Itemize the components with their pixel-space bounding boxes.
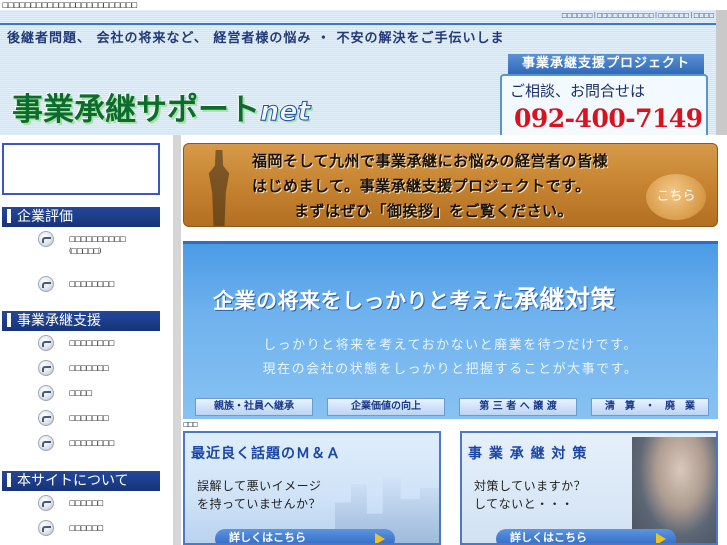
measures-card[interactable]: 事 業 承 継 対 策 対策していますか？ してないと・・・ 詳しくはこちら (460, 431, 718, 545)
sidebar-item-label: □□□□□□□□ (69, 280, 115, 288)
arrow-circle-icon (38, 435, 54, 451)
left-sidebar: 企業評価 □□□□□□□□□□ (□□□□□) □□□□□□□□ 事業承継支援 … (0, 135, 173, 545)
sidebar-item-label: □□□□□□□□ (69, 439, 115, 447)
greeting-line: はじめまして。事業承継支援プロジェクトです。 (252, 177, 591, 195)
greeting-line: まずはぜひ「御挨拶」をご覧ください。 (294, 202, 574, 220)
arrow-circle-icon (38, 231, 54, 247)
header-right-edge (716, 10, 727, 135)
strategy-subtext: しっかりと将来を考えておかないと廃業を待つだけです。 (263, 338, 638, 353)
sidebar-item-sublabel: (□□□□□) (69, 247, 102, 255)
sidebar-item[interactable]: □□□□□□□□ (38, 276, 158, 296)
strategy-title-prefix: 企業の将来をしっかりと考えた (213, 289, 514, 313)
sidebar-search-box[interactable] (2, 143, 160, 195)
sidebar-item[interactable]: □□□□□□□□ (38, 335, 158, 355)
greeting-line: 福岡そして九州で事業承継にお悩みの経営者の皆様 (252, 152, 609, 170)
sidebar-item[interactable]: □□□□□□□□ (38, 435, 158, 455)
small-label: □□□ (183, 421, 198, 428)
strategy-title-emphasis: 承継対策 (514, 285, 617, 314)
sidebar-item-label: □□□□□□□ (69, 414, 109, 422)
sidebar-item-label: □□□□□□ (69, 524, 104, 532)
strategy-button-value-up[interactable]: 企業価値の向上 (327, 398, 445, 416)
ma-card-text: 誤解して悪いイメージ (197, 479, 322, 493)
strategy-button-liquidation[interactable]: 清 算 ・ 廃 業 (591, 398, 709, 416)
strategy-banner: 企業の将来をしっかりと考えた承継対策 しっかりと将来を考えておかないと廃業を待つ… (183, 241, 718, 419)
measures-details-label: 詳しくはこちら (510, 531, 587, 544)
header-divider (0, 23, 716, 25)
phone-number[interactable]: 092-400-7149 (514, 104, 703, 133)
arrow-right-icon (656, 533, 666, 543)
sidebar-item[interactable]: □□□□□□□□□□ (□□□□□) (38, 231, 158, 255)
logo-suffix-text: net (259, 96, 311, 128)
sidebar-item-label: □□□□□□□□ (69, 339, 115, 347)
ma-card[interactable]: 最近良く話題のＭ＆Ａ 誤解して悪いイメージ を持っていませんか？ 詳しくはこちら (183, 431, 441, 545)
contact-box: ご相談、お問合せは 092-400-7149 (500, 74, 708, 138)
sidebar-section-succession-support: 事業承継支援 (2, 311, 160, 331)
site-header: □□□□□□ | □□□□□□□□□□□ | □□□□□□ | □□□□ 後継者… (0, 10, 716, 138)
statue-image (208, 150, 230, 226)
sidebar-item[interactable]: □□□□□□□ (38, 410, 158, 430)
measures-card-title: 事 業 承 継 対 策 (468, 446, 588, 462)
strategy-subtext: 現在の会社の状態をしっかりと把握することが大事です。 (262, 362, 639, 377)
arrow-right-icon (375, 533, 385, 543)
strategy-title: 企業の将来をしっかりと考えた承継対策 (213, 280, 616, 316)
site-logo[interactable]: 事業承継サポートnet (12, 84, 311, 129)
top-strip: □□□□□□□□□□□□□□□□□□□□□□□□ (0, 0, 727, 10)
greeting-banner[interactable]: 福岡そして九州で事業承継にお悩みの経営者の皆様 はじめまして。事業承継支援プロジ… (183, 143, 718, 227)
sidebar-section-about-site: 本サイトについて (2, 471, 160, 491)
arrow-circle-icon (38, 410, 54, 426)
arrow-circle-icon (38, 520, 54, 536)
sidebar-divider (173, 135, 181, 545)
sidebar-item-label: □□□□ (69, 389, 92, 397)
strategy-button-third-party[interactable]: 第 三 者 へ 譲 渡 (459, 398, 577, 416)
arrow-circle-icon (38, 276, 54, 292)
ma-card-text: を持っていませんか？ (197, 497, 322, 511)
ma-details-label: 詳しくはこちら (229, 531, 306, 544)
main-content: 福岡そして九州で事業承継にお悩みの経営者の皆様 はじめまして。事業承継支援プロジ… (181, 135, 727, 545)
sidebar-item-label: □□□□□□□□□□ (69, 235, 126, 243)
sidebar-item[interactable]: □□□□□□ (38, 520, 158, 540)
logo-main-text: 事業承継サポート (12, 92, 260, 128)
strategy-button-family-succession[interactable]: 親族・社員へ継承 (195, 398, 313, 416)
sidebar-item-label: □□□□□□□ (69, 364, 109, 372)
sidebar-item[interactable]: □□□□ (38, 385, 158, 405)
site-tagline: 後継者問題、 会社の将来など、 経営者様の悩み ・ 不安の解決をご手伝いしま (7, 31, 505, 46)
measures-card-text: 対策していますか？ (474, 479, 587, 493)
contact-project-label: 事業承継支援プロジェクト (508, 54, 704, 74)
sidebar-item-label: □□□□□□ (69, 499, 104, 507)
measures-details-button[interactable]: 詳しくはこちら (496, 529, 676, 544)
ma-card-title: 最近良く話題のＭ＆Ａ (191, 446, 341, 462)
measures-card-text: してないと・・・ (474, 497, 574, 511)
arrow-circle-icon (38, 495, 54, 511)
contact-subtitle: ご相談、お問合せは (510, 82, 646, 100)
sidebar-section-company-valuation: 企業評価 (2, 207, 160, 227)
arrow-circle-icon (38, 360, 54, 376)
sidebar-item[interactable]: □□□□□□ (38, 495, 158, 515)
arrow-circle-icon (38, 385, 54, 401)
kochira-button[interactable]: こちら (646, 174, 706, 220)
header-nav-links[interactable]: □□□□□□ | □□□□□□□□□□□ | □□□□□□ | □□□□ (561, 12, 714, 19)
top-strip-text: □□□□□□□□□□□□□□□□□□□□□□□□ (2, 1, 138, 9)
sidebar-item[interactable]: □□□□□□□ (38, 360, 158, 380)
arrow-circle-icon (38, 335, 54, 351)
ma-details-button[interactable]: 詳しくはこちら (215, 529, 395, 544)
